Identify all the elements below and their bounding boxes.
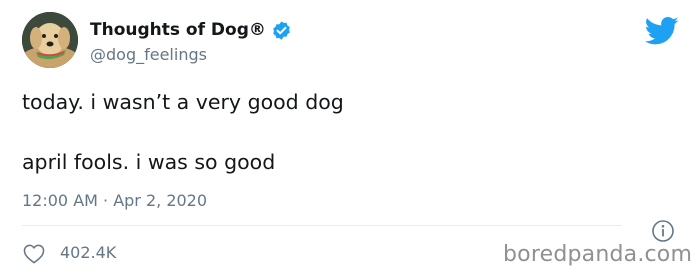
verified-badge-icon — [273, 20, 290, 40]
heart-icon[interactable] — [23, 244, 45, 264]
watermark: boredpanda.com — [503, 242, 693, 267]
tweet-timestamp[interactable]: 12:00 AM · Apr 2, 2020 — [22, 191, 207, 210]
divider — [22, 225, 622, 226]
dog-avatar-icon — [22, 12, 78, 68]
tweet-text-line-2: april fools. i was so good — [22, 150, 276, 174]
twitter-bird-icon[interactable] — [645, 16, 679, 46]
display-name[interactable]: Thoughts of Dog® — [90, 20, 266, 40]
tweet-card: Thoughts of Dog® @dog_feelings today. i … — [0, 0, 700, 280]
author-handle[interactable]: @dog_feelings — [90, 45, 207, 64]
author-name-row: Thoughts of Dog® — [90, 17, 292, 43]
tweet-text-line-1: today. i wasn’t a very good dog — [22, 90, 344, 114]
like-count: 402.4K — [60, 243, 117, 262]
avatar[interactable] — [22, 12, 78, 68]
info-icon[interactable] — [651, 219, 675, 243]
